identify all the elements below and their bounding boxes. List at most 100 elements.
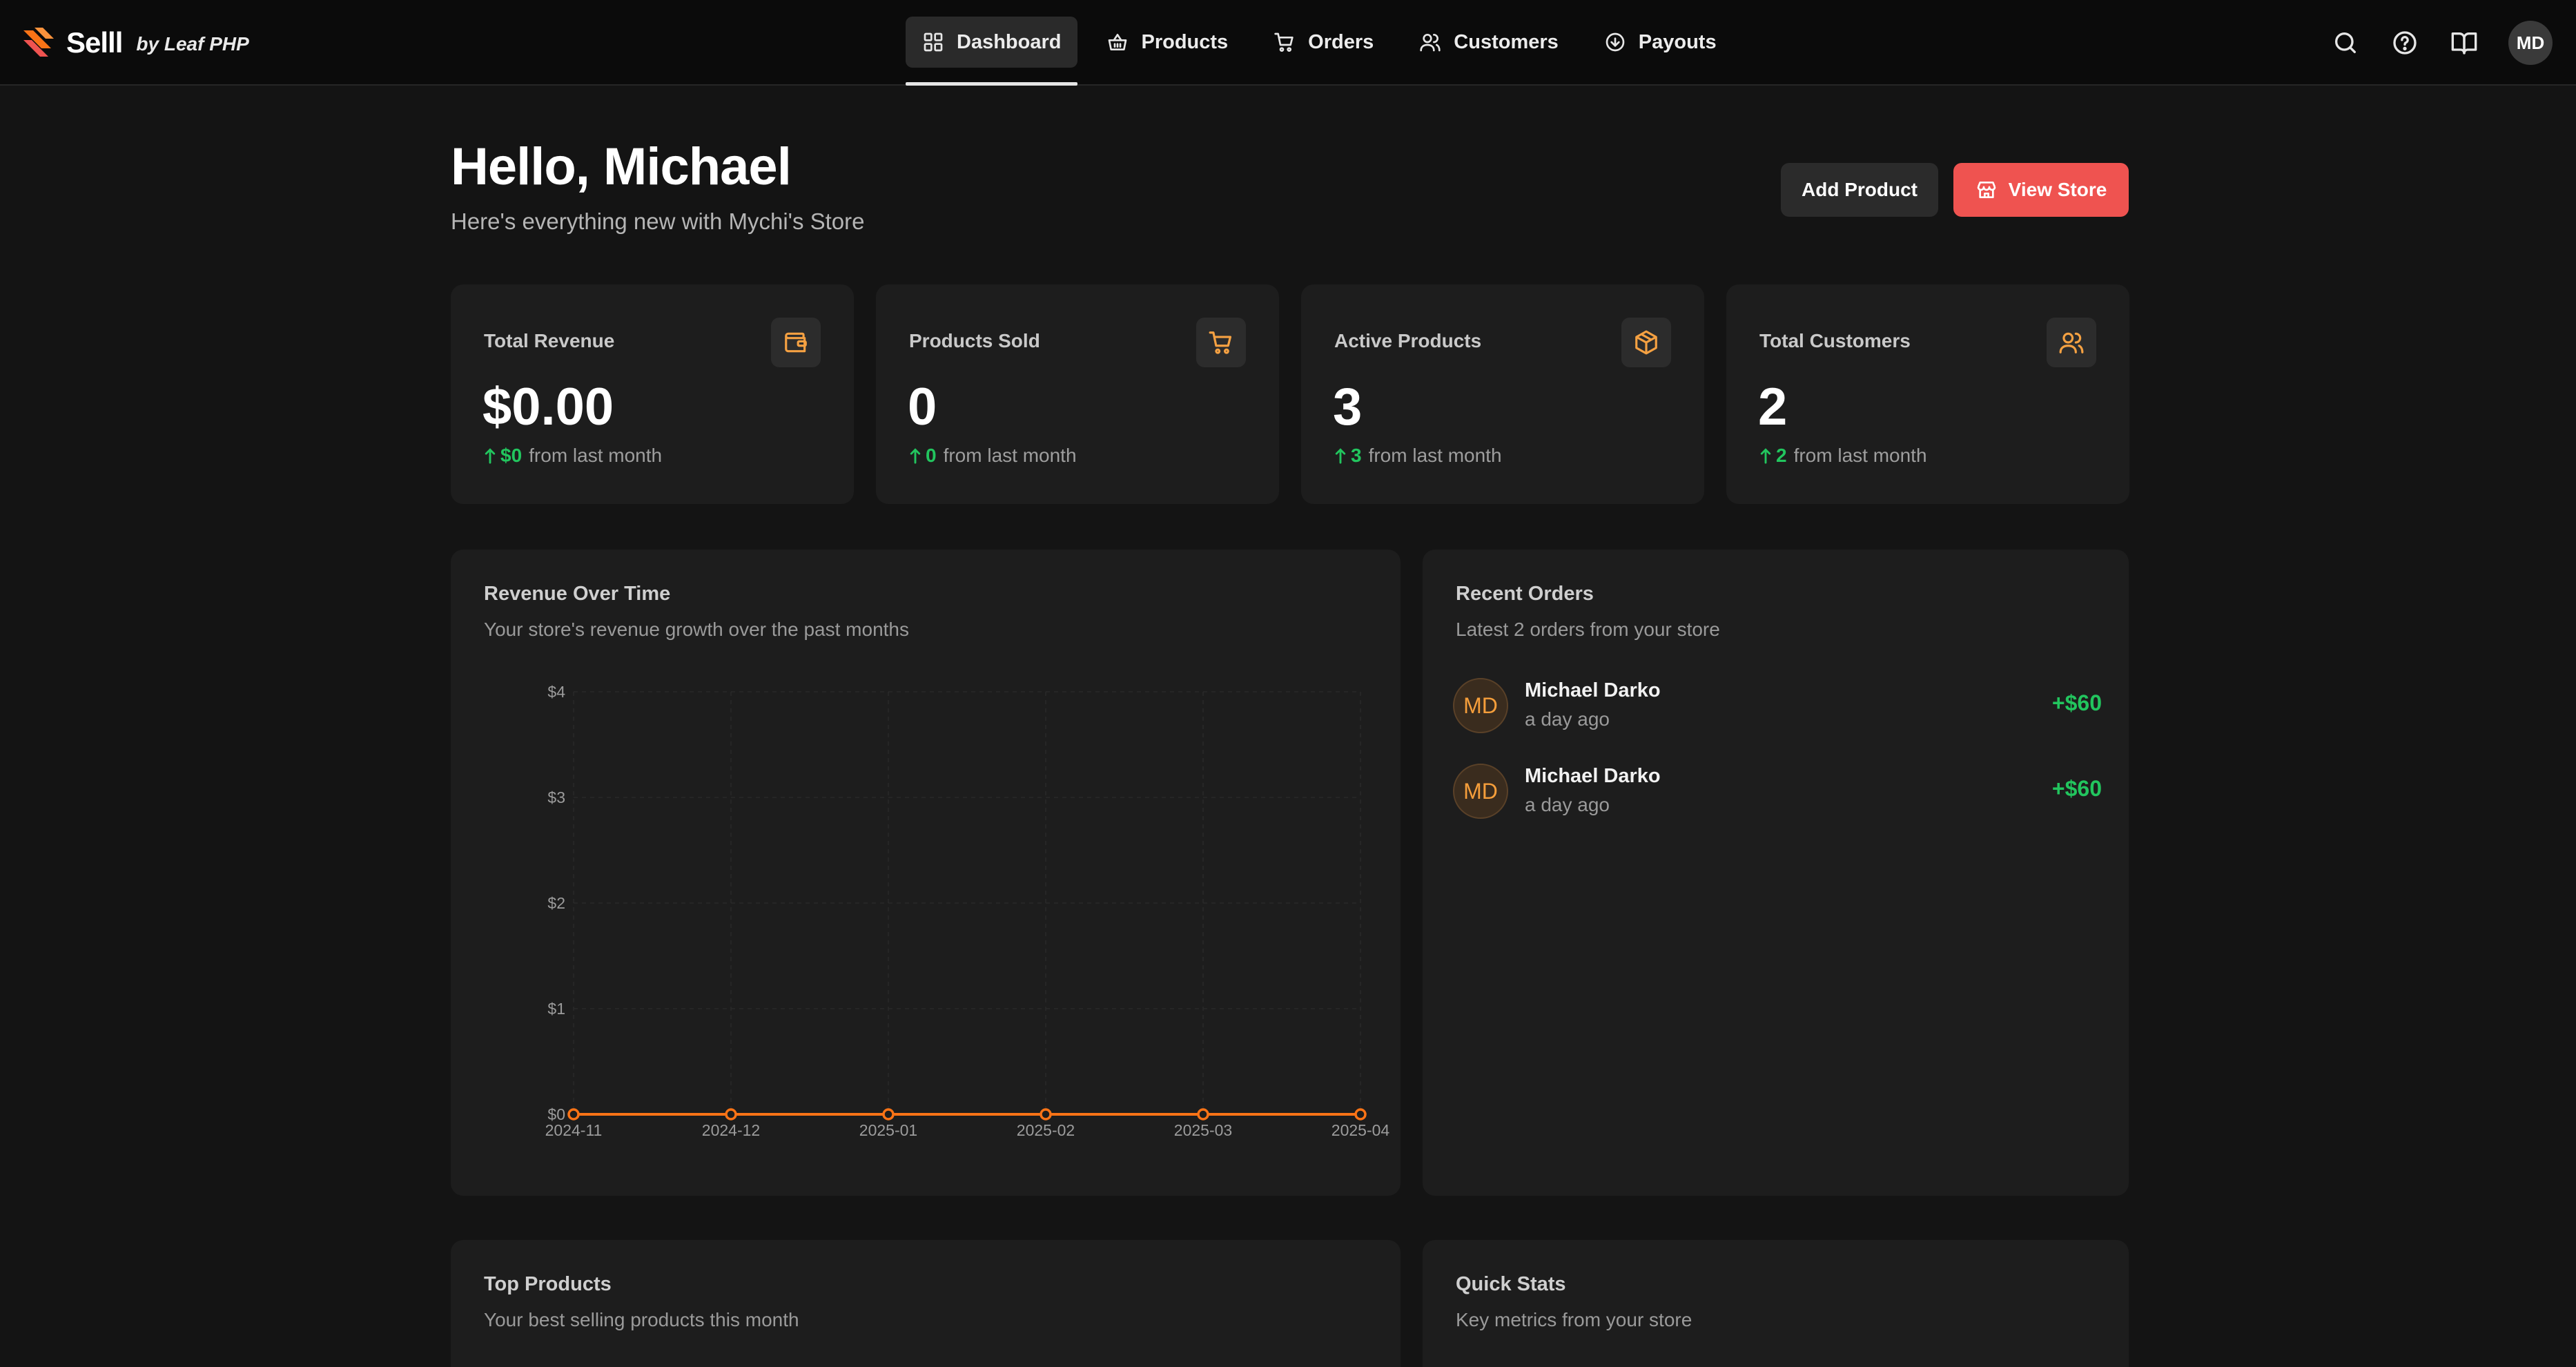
stat-value: 0 bbox=[908, 378, 937, 436]
chart-data-point bbox=[1354, 1108, 1367, 1121]
order-row[interactable]: MD Michael Darko a day ago +$60 bbox=[1453, 764, 2102, 822]
package-icon bbox=[1635, 330, 1657, 355]
stat-value: 3 bbox=[1333, 378, 1363, 436]
basket-icon bbox=[1109, 34, 1127, 50]
arrow-up-icon bbox=[910, 448, 921, 464]
stat-card-products-sold: Products Sold 0 0 from last month bbox=[876, 284, 1279, 504]
stat-icon-badge bbox=[771, 318, 821, 367]
search-button[interactable] bbox=[2330, 28, 2361, 58]
app-name: Selll bbox=[66, 26, 123, 59]
order-time: a day ago bbox=[1525, 794, 1610, 815]
brand[interactable]: Selll by Leaf PHP bbox=[21, 23, 249, 62]
stat-title: Total Revenue bbox=[484, 330, 615, 351]
circle-arrow-icon bbox=[1606, 32, 1625, 52]
order-row[interactable]: MD Michael Darko a day ago +$60 bbox=[1453, 678, 2102, 736]
panel-subtitle: Your best selling products this month bbox=[484, 1309, 799, 1330]
stat-title: Total Customers bbox=[1759, 330, 1911, 351]
chart-x-tick-label: 2025-03 bbox=[1174, 1121, 1232, 1139]
nav-item-payouts[interactable]: Payouts bbox=[1588, 17, 1733, 68]
order-customer-name: Michael Darko bbox=[1525, 679, 1661, 701]
arrow-up-icon bbox=[1760, 448, 1771, 464]
stat-change-up: $0 bbox=[484, 445, 522, 467]
stat-title: Products Sold bbox=[909, 330, 1040, 351]
nav-item-orders[interactable]: Orders bbox=[1257, 17, 1390, 68]
help-icon bbox=[2393, 31, 2417, 55]
chart-y-tick-label: $2 bbox=[547, 894, 565, 912]
chart-x-tick-label: 2025-02 bbox=[1017, 1121, 1075, 1139]
panel-subtitle: Key metrics from your store bbox=[1456, 1309, 1692, 1330]
panel-subtitle: Latest 2 orders from your store bbox=[1456, 619, 1720, 640]
chart-x-tick-label: 2025-04 bbox=[1331, 1121, 1390, 1139]
revenue-over-time-panel: Revenue Over Time Your store's revenue g… bbox=[451, 550, 1401, 1196]
stat-icon-badge bbox=[1196, 318, 1246, 367]
docs-button[interactable] bbox=[2449, 28, 2479, 58]
stat-change-up: 3 bbox=[1334, 445, 1362, 467]
avatar: MD bbox=[1453, 678, 1508, 733]
chart-x-tick-label: 2025-01 bbox=[859, 1121, 917, 1139]
nav-item-label: Orders bbox=[1308, 30, 1374, 53]
stat-title: Active Products bbox=[1334, 330, 1482, 351]
chart-y-tick-label: $3 bbox=[547, 788, 565, 806]
main-nav: Dashboard Products Orders Customers Payo… bbox=[906, 17, 1746, 86]
stat-change: $0 from last month bbox=[484, 445, 662, 467]
nav-item-products[interactable]: Products bbox=[1090, 17, 1245, 68]
page-subtitle: Here's everything new with Mychi's Store bbox=[451, 209, 865, 234]
book-open-icon bbox=[2451, 32, 2477, 55]
stat-icon-badge bbox=[2047, 318, 2096, 367]
stat-change-value: 2 bbox=[1776, 445, 1787, 466]
stat-change-suffix: from last month bbox=[529, 445, 663, 466]
chart-data-point bbox=[567, 1108, 580, 1121]
user-avatar[interactable]: MD bbox=[2508, 21, 2553, 65]
chart-y-tick-label: $1 bbox=[547, 1000, 565, 1018]
store-icon bbox=[1977, 182, 1996, 198]
stat-change-suffix: from last month bbox=[943, 445, 1077, 466]
wallet-icon bbox=[785, 332, 807, 353]
arrow-up-icon bbox=[485, 448, 496, 464]
stat-card-total-revenue: Total Revenue $0.00 $0 from last month bbox=[451, 284, 854, 504]
panel-title: Recent Orders bbox=[1456, 583, 1594, 605]
stat-change: 2 from last month bbox=[1759, 445, 1927, 467]
nav-item-label: Customers bbox=[1454, 30, 1559, 53]
nav-item-label: Payouts bbox=[1638, 30, 1717, 53]
add-product-button[interactable]: Add Product bbox=[1781, 163, 1938, 217]
nav-item-label: Products bbox=[1141, 30, 1229, 53]
order-amount: +$60 bbox=[2051, 690, 2102, 715]
stat-card-total-customers: Total Customers 2 2 from last month bbox=[1726, 284, 2129, 504]
order-amount: +$60 bbox=[2051, 776, 2102, 801]
add-product-label: Add Product bbox=[1802, 179, 1918, 200]
nav-item-label: Dashboard bbox=[957, 30, 1062, 53]
stat-change-up: 2 bbox=[1759, 445, 1787, 467]
panel-title: Top Products bbox=[484, 1273, 612, 1295]
stat-change-suffix: from last month bbox=[1368, 445, 1502, 466]
stat-change: 0 from last month bbox=[909, 445, 1077, 467]
top-products-panel: Top Products Your best selling products … bbox=[451, 1240, 1401, 1367]
order-customer-name: Michael Darko bbox=[1525, 765, 1661, 787]
page-title: Hello, Michael bbox=[451, 137, 792, 196]
top-actions: MD bbox=[2330, 21, 2553, 65]
stat-card-active-products: Active Products 3 3 from last month bbox=[1301, 284, 1704, 504]
stat-icon-badge bbox=[1621, 318, 1671, 367]
view-store-button[interactable]: View Store bbox=[1953, 163, 2129, 217]
users-icon bbox=[1420, 34, 1441, 52]
avatar: MD bbox=[1453, 764, 1508, 819]
revenue-line-chart: $0$1$2$3$42024-11 2024-12 2025-01 2025-02 20… bbox=[545, 683, 1390, 1139]
nav-item-customers[interactable]: Customers bbox=[1403, 17, 1575, 68]
order-time: a day ago bbox=[1525, 708, 1610, 730]
stat-change-value: 0 bbox=[926, 445, 937, 466]
stat-value: 2 bbox=[1758, 378, 1788, 436]
chart-y-tick-label: $4 bbox=[547, 683, 565, 701]
grid-icon bbox=[924, 32, 943, 52]
stat-change: 3 from last month bbox=[1334, 445, 1502, 467]
view-store-label: View Store bbox=[2008, 179, 2107, 200]
cart-icon bbox=[1209, 331, 1232, 354]
chart-x-tick-label: 2024-12 bbox=[702, 1121, 760, 1139]
search-icon bbox=[2335, 32, 2356, 54]
chart-data-point bbox=[725, 1108, 737, 1121]
chart-data-point bbox=[882, 1108, 895, 1121]
help-button[interactable] bbox=[2390, 28, 2420, 58]
nav-item-dashboard[interactable]: Dashboard bbox=[906, 17, 1078, 86]
stat-value: $0.00 bbox=[482, 378, 614, 436]
cart-icon bbox=[1274, 32, 1294, 52]
chart-data-point bbox=[1197, 1108, 1209, 1121]
quick-stats-panel: Quick Stats Key metrics from your store bbox=[1423, 1240, 2129, 1367]
